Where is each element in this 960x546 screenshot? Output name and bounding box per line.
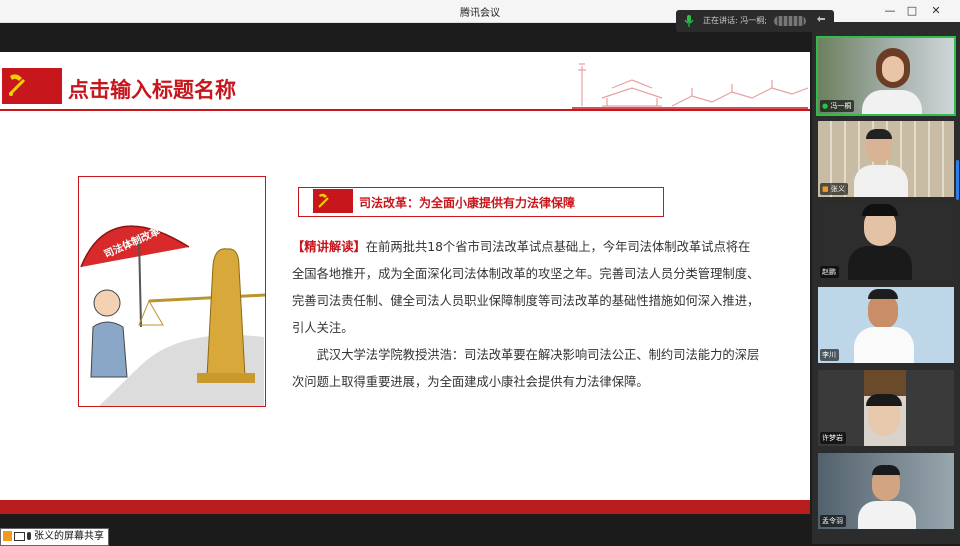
participant-tile[interactable]: ■ 张义: [818, 121, 954, 197]
participant-name: 赵鹏: [820, 266, 839, 278]
participant-name: 孟令羽: [820, 515, 846, 527]
close-icon[interactable]: ✕: [928, 3, 944, 19]
slide-body: 【精讲解读】在前两批共18个省市司法改革试点基础上，今年司法体制改革试点将在全国…: [292, 234, 760, 396]
subtitle-box: 司法改革：为全面小康提供有力法律保障: [298, 187, 664, 217]
slide-title: 点击输入标题名称: [68, 78, 236, 102]
bottom-bar: [0, 514, 810, 544]
panel-scrollbar[interactable]: [956, 160, 959, 200]
participant-tile[interactable]: 李川: [818, 287, 954, 363]
speaking-wave: [774, 16, 806, 26]
collapse-icon[interactable]: [816, 15, 828, 27]
participant-tile[interactable]: 许梦岩: [818, 370, 954, 446]
paragraph-1-text: 在前两批共18个省市司法改革试点基础上，今年司法体制改革试点将在全国各地推开，成…: [292, 240, 760, 335]
minimize-icon[interactable]: —: [882, 3, 898, 19]
participant-name: 李川: [820, 349, 839, 361]
participant-tile[interactable]: 赵鹏: [818, 204, 954, 280]
mic-small-icon: [27, 532, 31, 540]
slide-subtitle: 司法改革：为全面小康提供有力法律保障: [359, 196, 576, 210]
participant-name: ● 冯一桐: [820, 100, 855, 112]
user-icon: [3, 531, 12, 541]
slide-footer-bar: [0, 500, 810, 514]
illustration-image: 司法体制改革: [78, 176, 266, 407]
screen-icon: [14, 531, 25, 541]
party-flag-icon: [2, 68, 62, 104]
mic-icon: [684, 15, 694, 27]
paragraph-2: 武汉大学法学院教授洪浩：司法改革要在解决影响司法公正、制约司法能力的深层次问题上…: [292, 348, 760, 389]
restore-icon[interactable]: □: [904, 3, 920, 19]
user-icon: ■: [822, 185, 829, 193]
share-label-text: 张义的屏幕共享: [34, 531, 104, 542]
mic-icon: ●: [822, 102, 829, 110]
paragraph-1: 【精讲解读】在前两批共18个省市司法改革试点基础上，今年司法体制改革试点将在全国…: [292, 234, 760, 342]
tiananmen-decoration-icon: [572, 63, 808, 109]
participant-name: ■ 张义: [820, 183, 848, 195]
speaking-text: 正在讲话: 冯一桐;: [703, 16, 767, 25]
participant-tile[interactable]: ● 冯一桐: [816, 36, 956, 116]
participant-name: 许梦岩: [820, 432, 846, 444]
highlight-label: 【精讲解读】: [292, 240, 366, 254]
participant-tile[interactable]: 孟令羽: [818, 453, 954, 529]
party-flag-small-icon: [313, 189, 353, 213]
shared-slide: 点击输入标题名称 司法体制改革 司法改革：为全面小康提供有力法律保障 【精讲解读…: [0, 52, 810, 514]
header-divider: [0, 109, 810, 111]
speaking-indicator: 正在讲话: 冯一桐;: [676, 10, 834, 32]
screen-share-label[interactable]: 张义的屏幕共享: [0, 528, 109, 546]
